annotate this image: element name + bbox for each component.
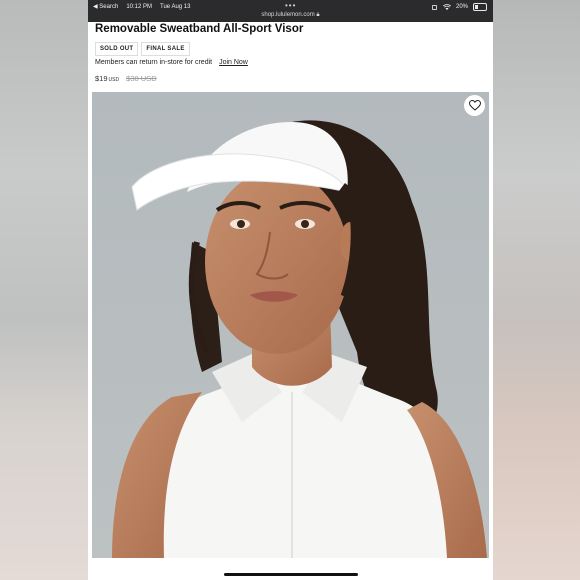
members-notice: Members can return in-store for credit J… <box>95 59 248 66</box>
sale-price: $19 <box>95 74 108 83</box>
back-label: Search <box>99 4 119 10</box>
back-to-search[interactable]: ◀ Search <box>93 3 118 10</box>
status-bar: ◀ Search 10:12 PM Tue Aug 13 ••• 20% sho… <box>88 0 493 22</box>
model-photo <box>92 92 489 558</box>
original-price: $38 USD <box>126 74 157 83</box>
product-title: Removable Sweatband All-Sport Visor <box>95 23 304 35</box>
product-badges: SOLD OUT FINAL SALE <box>95 42 190 56</box>
tab-overview-dots-icon[interactable]: ••• <box>285 1 296 10</box>
status-date: Tue Aug 13 <box>160 3 191 10</box>
status-left: ◀ Search 10:12 PM Tue Aug 13 <box>93 3 191 11</box>
join-now-link[interactable]: Join Now <box>219 59 248 66</box>
sold-out-badge: SOLD OUT <box>95 42 139 56</box>
right-background-blur <box>492 0 580 580</box>
screen-rotation-icon <box>431 4 438 10</box>
status-time: 10:12 PM <box>126 3 152 10</box>
wishlist-button[interactable] <box>464 95 485 116</box>
tablet-screen: ◀ Search 10:12 PM Tue Aug 13 ••• 20% sho… <box>88 0 493 580</box>
wifi-icon <box>442 3 451 10</box>
address-bar[interactable]: shop.lululemon.com 🔒︎ <box>88 12 493 19</box>
back-arrow-icon: ◀ <box>93 4 98 10</box>
battery-percent: 20% <box>455 4 468 10</box>
final-sale-badge: FINAL SALE <box>141 42 190 56</box>
lock-icon: 🔒︎ <box>316 12 320 18</box>
members-text: Members can return in-store for credit <box>95 59 213 66</box>
heart-icon <box>468 100 481 111</box>
home-indicator[interactable] <box>224 573 358 576</box>
left-background-blur <box>0 0 88 580</box>
battery-icon <box>473 3 487 11</box>
url-text: shop.lululemon.com <box>261 12 315 18</box>
price-row: $19USD $38 USD <box>95 74 157 83</box>
product-image[interactable] <box>92 92 489 558</box>
status-right: 20% <box>431 3 487 11</box>
price-currency: USD <box>108 77 120 83</box>
